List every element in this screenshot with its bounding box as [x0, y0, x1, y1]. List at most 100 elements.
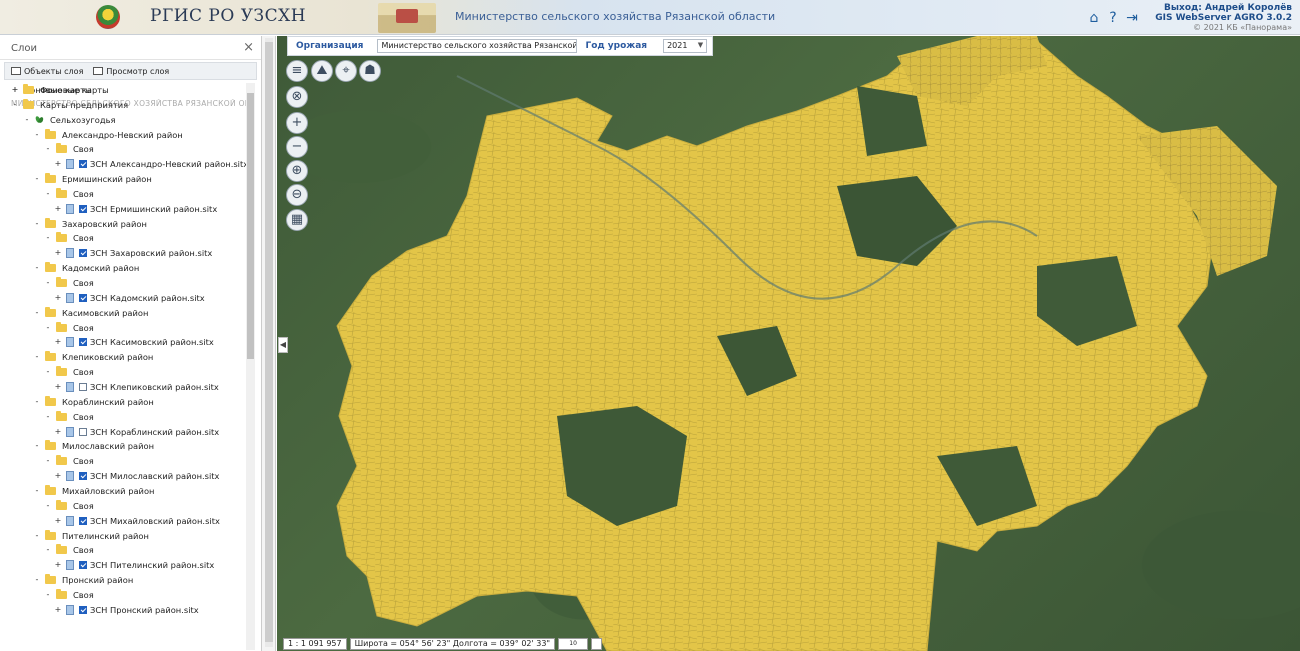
expand-icon[interactable]: + [54, 204, 62, 213]
expand-icon[interactable]: + [54, 293, 62, 302]
layer-checkbox[interactable] [79, 382, 87, 391]
zoom-in-icon[interactable]: + [286, 112, 308, 134]
tree-item-folder[interactable]: - Своя [44, 543, 94, 556]
tree-item-layer[interactable]: + ЗСН Пронский район.sitx [54, 603, 199, 616]
tree-item-layer[interactable]: + ЗСН Кадомский район.sitx [54, 291, 205, 304]
expand-icon[interactable]: + [54, 516, 62, 525]
tree-item-district[interactable]: - Кадомский район [33, 261, 139, 274]
zoom-region-out-icon[interactable]: ⊖ [286, 184, 308, 206]
layer-checkbox[interactable] [79, 605, 87, 614]
expand-icon[interactable]: + [11, 85, 19, 94]
tree-item-folder[interactable]: - Своя [44, 231, 94, 244]
tree-item-layer[interactable]: + ЗСН Захаровский район.sitx [54, 246, 212, 259]
layer-checkbox[interactable] [79, 248, 87, 257]
tree-item-layer[interactable]: + ЗСН Александро-Невский район.sitx [54, 157, 246, 170]
close-icon[interactable]: × [243, 40, 254, 55]
map-view[interactable] [277, 36, 1300, 651]
panel-scrollbar[interactable] [265, 38, 273, 647]
collapse-icon[interactable]: - [33, 486, 41, 495]
tree-item-enterprise-maps[interactable]: - Карты предприятия [11, 98, 128, 111]
panel-scrollbar-thumb[interactable] [265, 42, 273, 642]
tree-item-district[interactable]: - Ермишинский район [33, 172, 152, 185]
layer-checkbox[interactable] [79, 471, 87, 480]
collapse-icon[interactable]: - [33, 441, 41, 450]
collapse-icon[interactable]: - [44, 367, 52, 376]
tree-item-layer[interactable]: + ЗСН Касимовский район.sitx [54, 335, 214, 348]
tree-item-folder[interactable]: - Своя [44, 365, 94, 378]
collapse-icon[interactable]: - [33, 174, 41, 183]
tree-item-district[interactable]: - Захаровский район [33, 217, 147, 230]
collapse-icon[interactable]: - [33, 219, 41, 228]
layer-checkbox[interactable] [79, 516, 87, 525]
layer-checkbox[interactable] [79, 293, 87, 302]
expand-icon[interactable]: + [54, 471, 62, 480]
expand-icon[interactable]: + [54, 560, 62, 569]
route-icon[interactable]: ⌖ [335, 60, 357, 82]
collapse-panel-icon[interactable]: ◀ [278, 337, 288, 353]
collapse-icon[interactable]: - [33, 531, 41, 540]
tree-item-layer[interactable]: + ЗСН Кораблинский район.sitx [54, 425, 219, 438]
tree-item-district[interactable]: - Клепиковский район [33, 350, 153, 363]
expand-icon[interactable]: + [54, 382, 62, 391]
collapse-icon[interactable]: - [44, 278, 52, 287]
expand-icon[interactable]: + [54, 248, 62, 257]
collapse-icon[interactable]: - [33, 352, 41, 361]
tree-item-folder[interactable]: - Своя [44, 454, 94, 467]
tree-item-layer[interactable]: + ЗСН Михайловский район.sitx [54, 514, 220, 527]
collapse-icon[interactable]: - [44, 233, 52, 242]
layer-checkbox[interactable] [79, 560, 87, 569]
layer-checkbox[interactable] [79, 159, 87, 168]
collapse-icon[interactable]: - [33, 130, 41, 139]
tree-item-layer[interactable]: + ЗСН Пителинский район.sitx [54, 558, 214, 571]
collapse-icon[interactable]: - [33, 575, 41, 584]
collapse-icon[interactable]: - [44, 189, 52, 198]
map-canvas[interactable] [277, 36, 1300, 651]
collapse-icon[interactable]: - [11, 100, 19, 109]
tree-item-farmland[interactable]: - Сельхозугодья [23, 113, 116, 126]
tree-item-folder[interactable]: - Своя [44, 499, 94, 512]
tab-layer-objects[interactable]: Объекты слоя [11, 67, 83, 76]
tree-item-layer[interactable]: + ЗСН Клепиковский район.sitx [54, 380, 219, 393]
tree-item-district[interactable]: - Касимовский район [33, 306, 148, 319]
tree-item-district[interactable]: - Милославский район [33, 439, 154, 452]
collapse-icon[interactable]: - [44, 412, 52, 421]
collapse-icon[interactable]: - [33, 397, 41, 406]
map-icon[interactable]: ▦ [286, 209, 308, 231]
expand-icon[interactable]: + [54, 605, 62, 614]
tree-item-folder[interactable]: - Своя [44, 276, 94, 289]
collapse-icon[interactable]: - [44, 501, 52, 510]
tree-item-folder[interactable]: - Своя [44, 410, 94, 423]
panel-splitter[interactable] [262, 36, 276, 651]
tree-item-layer[interactable]: + ЗСН Милославский район.sitx [54, 469, 219, 482]
organization-select[interactable]: Министерство сельского хозяйства Рязанск… [377, 39, 578, 53]
tree-scrollbar[interactable] [246, 83, 255, 650]
tree-item-folder[interactable]: - Своя [44, 187, 94, 200]
zoom-region-in-icon[interactable]: ⊕ [286, 160, 308, 182]
tree-item-district[interactable]: - Пронский район [33, 573, 133, 586]
zoom-out-icon[interactable]: − [286, 136, 308, 158]
menu-icon[interactable]: ≡ [286, 60, 308, 82]
collapse-icon[interactable]: - [44, 144, 52, 153]
harvest-year-select[interactable]: 2021 ▼ [663, 39, 708, 53]
tree-item-district[interactable]: - Александро-Невский район [33, 128, 183, 141]
collapse-icon[interactable]: - [33, 308, 41, 317]
tree-item-layer[interactable]: + ЗСН Ермишинский район.sitx [54, 202, 217, 215]
layer-checkbox[interactable] [79, 204, 87, 213]
tree-item-folder[interactable]: - Своя [44, 321, 94, 334]
tree-item-folder[interactable]: - Своя [44, 588, 94, 601]
collapse-icon[interactable]: - [44, 545, 52, 554]
clear-icon[interactable]: ⊗ [286, 86, 308, 108]
collapse-icon[interactable]: - [44, 456, 52, 465]
tree-item-folder[interactable]: - Своя [44, 142, 94, 155]
collapse-icon[interactable]: - [33, 263, 41, 272]
layer-checkbox[interactable] [79, 337, 87, 346]
logout-link[interactable]: Выход: Андрей Королёв [1155, 3, 1292, 13]
collapse-icon[interactable]: - [44, 323, 52, 332]
tree-item-background-maps[interactable]: + Фоновые карты [11, 83, 109, 96]
home-icon[interactable]: ⌂ [1086, 10, 1102, 26]
layer-checkbox[interactable] [79, 427, 87, 436]
layers-icon[interactable]: ⛰ [311, 60, 333, 82]
tree-item-district[interactable]: - Кораблинский район [33, 395, 154, 408]
expand-icon[interactable]: + [54, 159, 62, 168]
collapse-icon[interactable]: - [23, 115, 31, 124]
